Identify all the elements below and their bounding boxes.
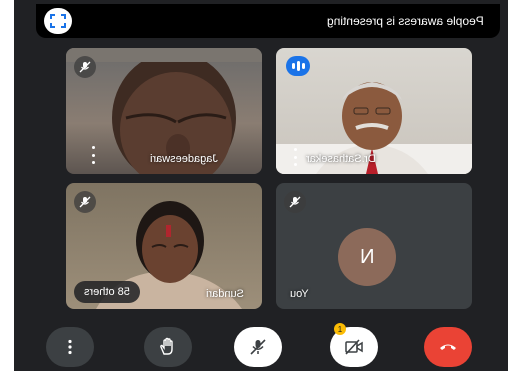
mic-off-badge	[284, 191, 306, 213]
participant-name: Dr.Sathasekar	[306, 153, 376, 165]
mic-off-icon	[250, 339, 266, 355]
camera-off-icon	[345, 339, 363, 355]
fullscreen-button[interactable]	[44, 8, 72, 34]
participant-tile-sathasekar[interactable]: Dr.Sathasekar	[276, 48, 472, 174]
mic-off-icon	[79, 61, 91, 73]
avatar: N	[338, 228, 396, 286]
phone-hangup-icon	[440, 344, 456, 350]
participant-tile-self[interactable]: N You	[276, 183, 472, 309]
tile-options-button[interactable]	[292, 148, 298, 166]
participant-name: Jagadeeswari	[150, 153, 218, 165]
participant-name: Sundari	[206, 288, 244, 300]
tile-options-button[interactable]	[90, 146, 96, 164]
more-vert-icon	[68, 339, 72, 355]
meet-call-screen: People awaress is presenting Jagadeeswar…	[14, 0, 508, 371]
mic-off-badge	[74, 56, 96, 78]
presenting-text: People awaress is presenting	[327, 14, 484, 28]
fullscreen-icon	[50, 14, 66, 28]
more-options-button[interactable]	[46, 327, 94, 367]
presenting-banner[interactable]: People awaress is presenting	[36, 4, 500, 38]
audio-level-icon	[286, 56, 310, 76]
mic-off-icon	[289, 196, 301, 208]
participant-name: You	[290, 288, 309, 300]
camera-button[interactable]: 1	[330, 323, 378, 367]
end-call-button[interactable]	[424, 327, 472, 367]
others-chip[interactable]: 58 others	[74, 281, 140, 303]
notification-badge: 1	[334, 323, 346, 335]
participant-tile-sundari[interactable]: 58 others Sundari	[66, 183, 262, 309]
microphone-button[interactable]	[234, 327, 282, 367]
hand-icon	[160, 337, 173, 355]
mic-off-badge	[74, 191, 96, 213]
raise-hand-button[interactable]	[144, 327, 192, 367]
participant-tile-jagadeeswari[interactable]: Jagadeeswari	[66, 48, 262, 174]
mic-off-icon	[79, 196, 91, 208]
